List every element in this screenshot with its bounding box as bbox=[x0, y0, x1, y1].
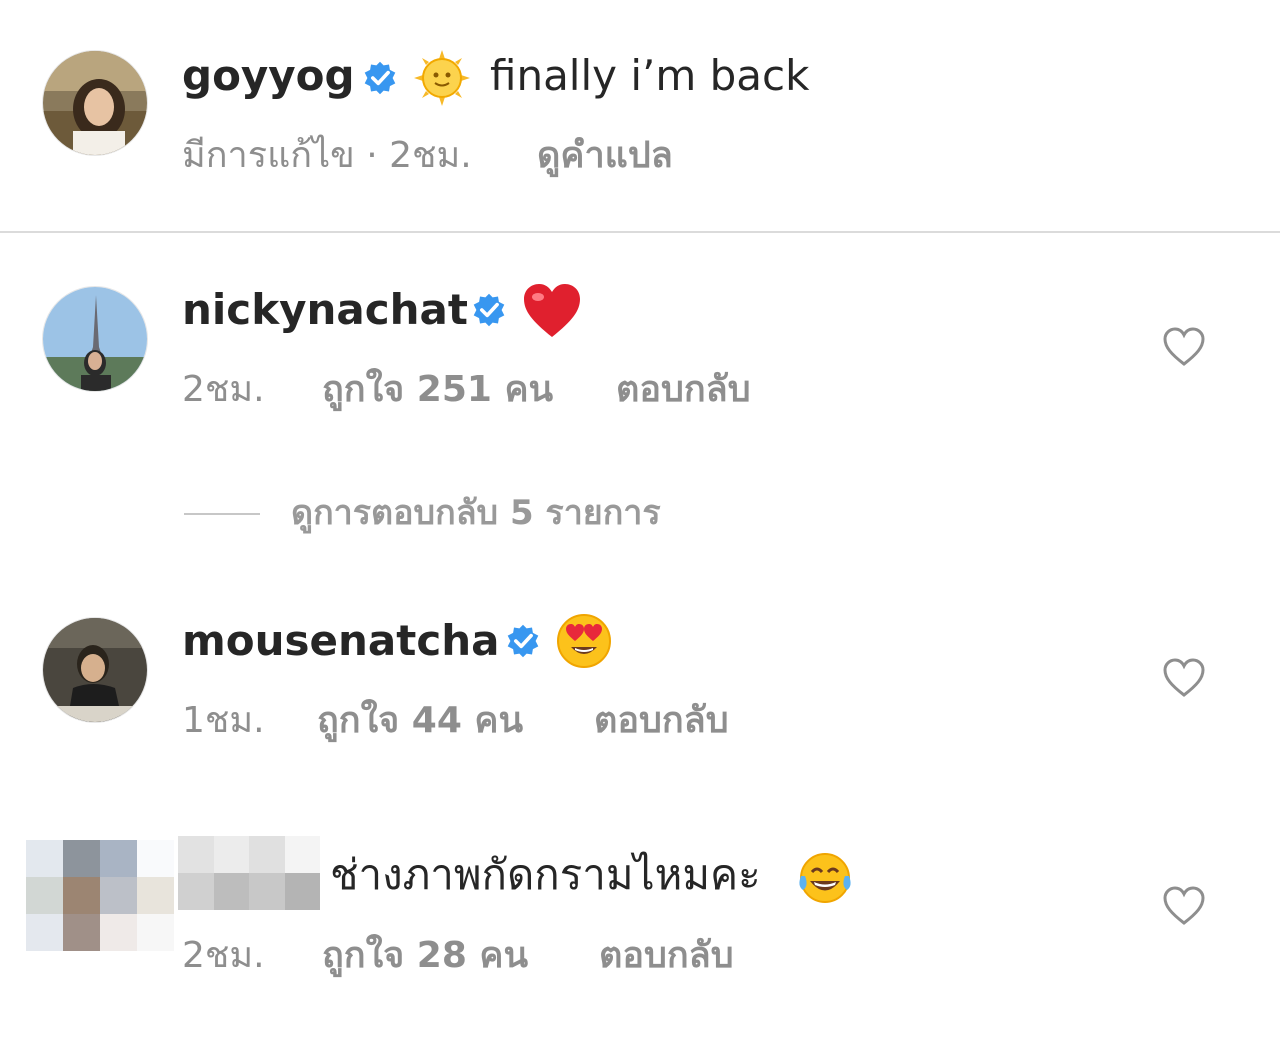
caption-edited-time: มีการแก้ไข · 2ชม. bbox=[182, 135, 472, 176]
verified-badge-icon bbox=[507, 624, 539, 658]
avatar-pixelated[interactable] bbox=[26, 840, 174, 951]
username-pixelated[interactable] bbox=[178, 836, 320, 910]
profile-photo-icon bbox=[43, 51, 147, 155]
like-heart-icon[interactable] bbox=[1162, 886, 1206, 926]
comment-likes-count[interactable]: ถูกใจ 251 คน bbox=[322, 372, 553, 408]
verified-badge-icon bbox=[364, 61, 396, 95]
view-replies-line bbox=[184, 513, 260, 515]
comment-time: 1ชม. bbox=[182, 700, 265, 741]
sun-with-face-emoji-icon bbox=[414, 50, 470, 106]
comment-username[interactable]: mousenatcha bbox=[182, 620, 499, 662]
like-heart-icon[interactable] bbox=[1162, 658, 1206, 698]
caption-text: finally i’m back bbox=[490, 51, 810, 100]
avatar-goyyog[interactable] bbox=[42, 50, 148, 156]
comment-text: ช่างภาพกัดกรามไหมคะ bbox=[330, 850, 761, 899]
tears-of-joy-emoji-icon bbox=[799, 853, 851, 903]
comment-username[interactable]: nickynachat bbox=[182, 289, 468, 331]
caption-divider bbox=[0, 231, 1280, 233]
heart-eyes-emoji-icon bbox=[557, 614, 611, 668]
red-heart-emoji-icon bbox=[524, 284, 580, 337]
profile-photo-icon bbox=[43, 287, 147, 391]
avatar-nickynachat[interactable] bbox=[42, 286, 148, 392]
reply-button[interactable]: ตอบกลับ bbox=[616, 372, 751, 408]
see-translation-button[interactable]: ดูคำแปล bbox=[537, 138, 673, 174]
comment-likes-count[interactable]: ถูกใจ 28 คน bbox=[322, 938, 528, 974]
comment-likes-count[interactable]: ถูกใจ 44 คน bbox=[317, 703, 523, 739]
reply-button[interactable]: ตอบกลับ bbox=[599, 938, 734, 974]
reply-button[interactable]: ตอบกลับ bbox=[594, 703, 729, 739]
avatar-mousenatcha[interactable] bbox=[42, 617, 148, 723]
caption-username[interactable]: goyyog bbox=[182, 55, 355, 97]
verified-badge-icon bbox=[473, 293, 505, 327]
like-heart-icon[interactable] bbox=[1162, 327, 1206, 367]
profile-photo-icon bbox=[43, 618, 147, 722]
comment-time: 2ชม. bbox=[182, 935, 265, 976]
comment-time: 2ชม. bbox=[182, 369, 265, 410]
view-replies-button[interactable]: ดูการตอบกลับ 5 รายการ bbox=[291, 496, 661, 530]
